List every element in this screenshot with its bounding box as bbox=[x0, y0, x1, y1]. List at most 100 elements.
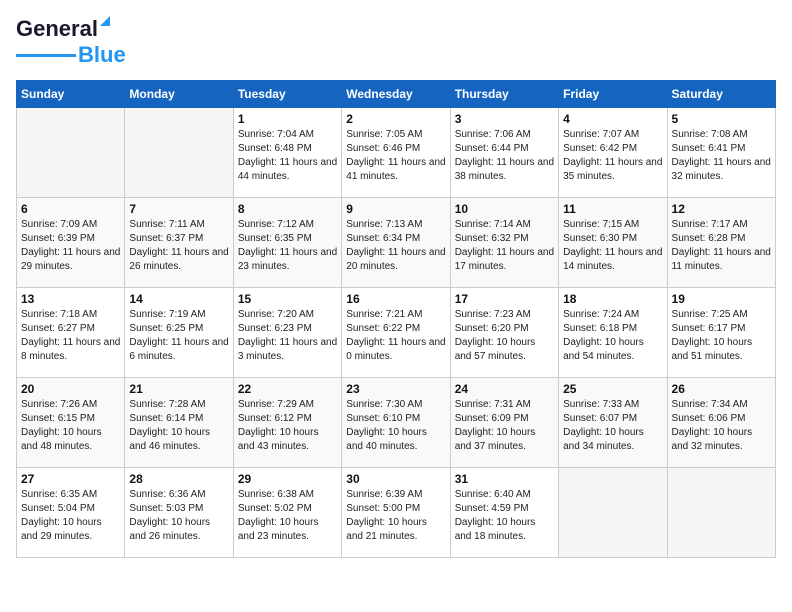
day-number: 30 bbox=[346, 472, 445, 486]
logo-general: General bbox=[16, 16, 98, 41]
day-number: 1 bbox=[238, 112, 337, 126]
day-number: 21 bbox=[129, 382, 228, 396]
calendar-header-row: SundayMondayTuesdayWednesdayThursdayFrid… bbox=[17, 81, 776, 108]
day-number: 23 bbox=[346, 382, 445, 396]
calendar-cell: 20 Sunrise: 7:26 AMSunset: 6:15 PMDayligh… bbox=[17, 378, 125, 468]
day-info: Sunrise: 7:28 AMSunset: 6:14 PMDaylight:… bbox=[129, 398, 228, 454]
calendar-cell: 17 Sunrise: 7:23 AMSunset: 6:20 PMDayligh… bbox=[450, 288, 558, 378]
day-info: Sunrise: 7:06 AMSunset: 6:44 PMDaylight:… bbox=[455, 128, 554, 184]
day-number: 20 bbox=[21, 382, 120, 396]
day-number: 2 bbox=[346, 112, 445, 126]
day-info: Sunrise: 7:18 AMSunset: 6:27 PMDaylight:… bbox=[21, 308, 120, 364]
calendar-cell bbox=[125, 108, 233, 198]
calendar-week-row: 1 Sunrise: 7:04 AMSunset: 6:48 PMDaylight… bbox=[17, 108, 776, 198]
weekday-header: Friday bbox=[559, 81, 667, 108]
day-number: 28 bbox=[129, 472, 228, 486]
calendar-cell: 5Sunrise: 7:08 AMSunset: 6:41 PMDaylight… bbox=[667, 108, 775, 198]
calendar-cell: 28 Sunrise: 6:36 AMSunset: 5:03 PMDayligh… bbox=[125, 468, 233, 558]
day-number: 31 bbox=[455, 472, 554, 486]
calendar-cell: 21 Sunrise: 7:28 AMSunset: 6:14 PMDayligh… bbox=[125, 378, 233, 468]
calendar-week-row: 6Sunrise: 7:09 AMSunset: 6:39 PMDaylight… bbox=[17, 198, 776, 288]
calendar-cell: 15 Sunrise: 7:20 AMSunset: 6:23 PMDayligh… bbox=[233, 288, 341, 378]
day-info: Sunrise: 7:09 AMSunset: 6:39 PMDaylight:… bbox=[21, 218, 120, 274]
weekday-header: Wednesday bbox=[342, 81, 450, 108]
calendar-cell: 19 Sunrise: 7:25 AMSunset: 6:17 PMDayligh… bbox=[667, 288, 775, 378]
day-info: Sunrise: 7:17 AMSunset: 6:28 PMDaylight:… bbox=[672, 218, 771, 274]
day-info: Sunrise: 7:25 AMSunset: 6:17 PMDaylight:… bbox=[672, 308, 771, 364]
day-info: Sunrise: 6:36 AMSunset: 5:03 PMDaylight:… bbox=[129, 488, 228, 544]
calendar-cell: 10 Sunrise: 7:14 AMSunset: 6:32 PMDayligh… bbox=[450, 198, 558, 288]
calendar-cell: 6Sunrise: 7:09 AMSunset: 6:39 PMDaylight… bbox=[17, 198, 125, 288]
day-info: Sunrise: 7:21 AMSunset: 6:22 PMDaylight:… bbox=[346, 308, 445, 364]
day-number: 19 bbox=[672, 292, 771, 306]
day-info: Sunrise: 7:07 AMSunset: 6:42 PMDaylight:… bbox=[563, 128, 662, 184]
day-info: Sunrise: 7:19 AMSunset: 6:25 PMDaylight:… bbox=[129, 308, 228, 364]
day-info: Sunrise: 7:24 AMSunset: 6:18 PMDaylight:… bbox=[563, 308, 662, 364]
calendar-cell: 14 Sunrise: 7:19 AMSunset: 6:25 PMDayligh… bbox=[125, 288, 233, 378]
calendar-cell bbox=[559, 468, 667, 558]
day-number: 25 bbox=[563, 382, 662, 396]
day-info: Sunrise: 7:08 AMSunset: 6:41 PMDaylight:… bbox=[672, 128, 771, 184]
calendar-week-row: 13Sunrise: 7:18 AMSunset: 6:27 PMDayligh… bbox=[17, 288, 776, 378]
calendar-table: SundayMondayTuesdayWednesdayThursdayFrid… bbox=[16, 80, 776, 558]
weekday-header: Tuesday bbox=[233, 81, 341, 108]
calendar-cell: 9 Sunrise: 7:13 AMSunset: 6:34 PMDaylight… bbox=[342, 198, 450, 288]
day-number: 18 bbox=[563, 292, 662, 306]
calendar-cell: 25Sunrise: 7:33 AMSunset: 6:07 PMDayligh… bbox=[559, 378, 667, 468]
day-info: Sunrise: 7:34 AMSunset: 6:06 PMDaylight:… bbox=[672, 398, 771, 454]
day-number: 15 bbox=[238, 292, 337, 306]
calendar-cell: 3Sunrise: 7:06 AMSunset: 6:44 PMDaylight… bbox=[450, 108, 558, 198]
day-info: Sunrise: 7:11 AMSunset: 6:37 PMDaylight:… bbox=[129, 218, 228, 274]
calendar-cell: 16Sunrise: 7:21 AMSunset: 6:22 PMDayligh… bbox=[342, 288, 450, 378]
calendar-week-row: 20 Sunrise: 7:26 AMSunset: 6:15 PMDayligh… bbox=[17, 378, 776, 468]
day-info: Sunrise: 7:26 AMSunset: 6:15 PMDaylight:… bbox=[21, 398, 120, 454]
day-number: 24 bbox=[455, 382, 554, 396]
day-number: 22 bbox=[238, 382, 337, 396]
weekday-header: Thursday bbox=[450, 81, 558, 108]
calendar-cell: 22Sunrise: 7:29 AMSunset: 6:12 PMDayligh… bbox=[233, 378, 341, 468]
day-info: Sunrise: 6:35 AMSunset: 5:04 PMDaylight:… bbox=[21, 488, 120, 544]
logo-blue: Blue bbox=[78, 42, 126, 68]
calendar-cell: 11Sunrise: 7:15 AMSunset: 6:30 PMDayligh… bbox=[559, 198, 667, 288]
weekday-header: Monday bbox=[125, 81, 233, 108]
day-info: Sunrise: 7:31 AMSunset: 6:09 PMDaylight:… bbox=[455, 398, 554, 454]
day-info: Sunrise: 6:39 AMSunset: 5:00 PMDaylight:… bbox=[346, 488, 445, 544]
day-info: Sunrise: 7:20 AMSunset: 6:23 PMDaylight:… bbox=[238, 308, 337, 364]
day-number: 9 bbox=[346, 202, 445, 216]
calendar-cell: 27 Sunrise: 6:35 AMSunset: 5:04 PMDayligh… bbox=[17, 468, 125, 558]
day-number: 10 bbox=[455, 202, 554, 216]
day-number: 7 bbox=[129, 202, 228, 216]
calendar-cell: 29 Sunrise: 6:38 AMSunset: 5:02 PMDayligh… bbox=[233, 468, 341, 558]
calendar-week-row: 27 Sunrise: 6:35 AMSunset: 5:04 PMDayligh… bbox=[17, 468, 776, 558]
day-number: 14 bbox=[129, 292, 228, 306]
calendar-cell bbox=[17, 108, 125, 198]
weekday-header: Sunday bbox=[17, 81, 125, 108]
day-info: Sunrise: 7:05 AMSunset: 6:46 PMDaylight:… bbox=[346, 128, 445, 184]
day-number: 29 bbox=[238, 472, 337, 486]
day-info: Sunrise: 7:04 AMSunset: 6:48 PMDaylight:… bbox=[238, 128, 337, 184]
calendar-cell: 23 Sunrise: 7:30 AMSunset: 6:10 PMDayligh… bbox=[342, 378, 450, 468]
day-number: 11 bbox=[563, 202, 662, 216]
day-info: Sunrise: 6:40 AMSunset: 4:59 PMDaylight:… bbox=[455, 488, 554, 544]
day-number: 27 bbox=[21, 472, 120, 486]
day-info: Sunrise: 7:14 AMSunset: 6:32 PMDaylight:… bbox=[455, 218, 554, 274]
calendar-cell: 24 Sunrise: 7:31 AMSunset: 6:09 PMDayligh… bbox=[450, 378, 558, 468]
logo-line bbox=[16, 54, 76, 57]
calendar-cell: 13Sunrise: 7:18 AMSunset: 6:27 PMDayligh… bbox=[17, 288, 125, 378]
calendar-cell: 4Sunrise: 7:07 AMSunset: 6:42 PMDaylight… bbox=[559, 108, 667, 198]
calendar-cell: 30 Sunrise: 6:39 AMSunset: 5:00 PMDayligh… bbox=[342, 468, 450, 558]
day-info: Sunrise: 7:30 AMSunset: 6:10 PMDaylight:… bbox=[346, 398, 445, 454]
calendar-cell: 7 Sunrise: 7:11 AMSunset: 6:37 PMDaylight… bbox=[125, 198, 233, 288]
day-number: 8 bbox=[238, 202, 337, 216]
page-header: General Blue bbox=[16, 16, 776, 68]
calendar-cell: 31 Sunrise: 6:40 AMSunset: 4:59 PMDayligh… bbox=[450, 468, 558, 558]
day-number: 17 bbox=[455, 292, 554, 306]
day-info: Sunrise: 7:12 AMSunset: 6:35 PMDaylight:… bbox=[238, 218, 337, 274]
logo-arrow-icon bbox=[96, 12, 112, 28]
day-info: Sunrise: 7:13 AMSunset: 6:34 PMDaylight:… bbox=[346, 218, 445, 274]
day-info: Sunrise: 6:38 AMSunset: 5:02 PMDaylight:… bbox=[238, 488, 337, 544]
weekday-header: Saturday bbox=[667, 81, 775, 108]
calendar-cell: 2 Sunrise: 7:05 AMSunset: 6:46 PMDaylight… bbox=[342, 108, 450, 198]
calendar-cell: 26Sunrise: 7:34 AMSunset: 6:06 PMDayligh… bbox=[667, 378, 775, 468]
day-info: Sunrise: 7:23 AMSunset: 6:20 PMDaylight:… bbox=[455, 308, 554, 364]
